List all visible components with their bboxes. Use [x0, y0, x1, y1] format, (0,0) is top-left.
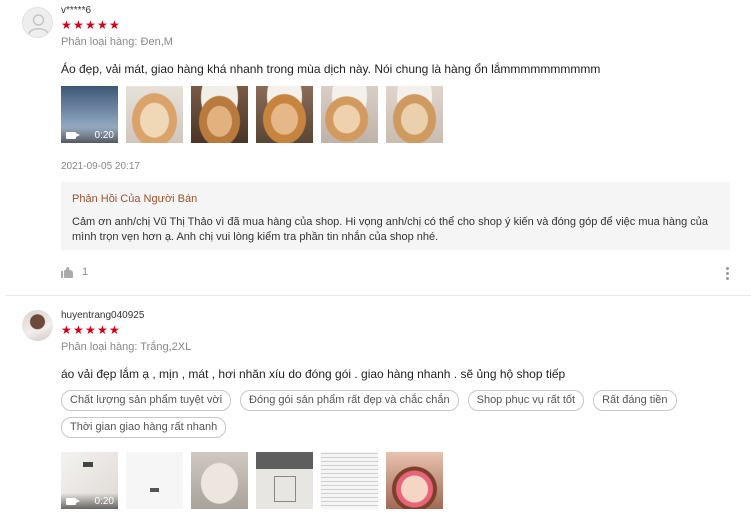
review-tag[interactable]: Đóng gói sản phẩm rất đẹp và chắc chắn: [240, 390, 459, 411]
photo-thumbnail[interactable]: [126, 86, 183, 143]
review-timestamp: 2021-09-05 20:17: [61, 161, 140, 172]
seller-reply-title: Phản Hồi Của Người Bán: [72, 193, 198, 205]
seller-reply-text: Cảm ơn anh/chị Vũ Thị Thảo vì đã mua hàn…: [72, 216, 709, 243]
review-tag[interactable]: Thời gian giao hàng rất nhanh: [61, 417, 227, 438]
rating-stars: ★ ★ ★ ★ ★: [61, 18, 729, 32]
photo-thumbnail[interactable]: [126, 452, 183, 509]
review-media: 0:20: [61, 86, 443, 143]
like-count: 1: [82, 266, 89, 278]
star-icon: ★: [97, 323, 108, 337]
video-overlay: 0:20: [61, 493, 118, 509]
review-tag[interactable]: Rất đáng tiền: [593, 390, 677, 411]
photo-thumbnail[interactable]: [191, 452, 248, 509]
thumbs-up-icon: [61, 266, 73, 278]
video-camera-icon: [66, 131, 80, 139]
reviewer-name[interactable]: huyentrang040925: [61, 310, 729, 322]
video-thumbnail[interactable]: 0:20: [61, 86, 118, 143]
star-icon: ★: [73, 18, 84, 32]
star-icon: ★: [85, 323, 96, 337]
product-variant: Phân loại hàng: Đen,M: [61, 36, 173, 48]
user-avatar[interactable]: [22, 310, 53, 341]
like-button[interactable]: 1: [61, 266, 88, 278]
product-variant: Phân loại hàng: Trắng,2XL: [61, 341, 192, 353]
rating-stars: ★ ★ ★ ★ ★: [61, 323, 729, 337]
star-icon: ★: [61, 18, 72, 32]
seller-reply: Phản Hồi Của Người Bán Cảm ơn anh/chị Vũ…: [61, 182, 730, 250]
star-icon: ★: [61, 323, 72, 337]
star-icon: ★: [97, 18, 108, 32]
video-duration: 0:20: [94, 129, 114, 141]
photo-thumbnail[interactable]: [386, 86, 443, 143]
review-media: 0:20: [61, 452, 443, 509]
review-comment: áo vải đẹp lắm ạ , mịn , mát , hơi nhăn …: [61, 367, 566, 381]
review-divider: [6, 295, 751, 296]
photo-thumbnail[interactable]: [256, 86, 313, 143]
photo-thumbnail[interactable]: [386, 452, 443, 509]
review-tags: Chất lượng sản phẩm tuyệt vời Đóng gói s…: [61, 390, 730, 438]
user-avatar-icon[interactable]: [22, 7, 53, 38]
more-vertical-icon[interactable]: [726, 267, 729, 280]
photo-thumbnail[interactable]: [321, 452, 378, 509]
video-overlay: 0:20: [61, 127, 118, 143]
photo-thumbnail[interactable]: [256, 452, 313, 509]
star-icon: ★: [109, 18, 120, 32]
reviewer-name[interactable]: v*****6: [61, 5, 729, 17]
star-icon: ★: [73, 323, 84, 337]
photo-thumbnail[interactable]: [321, 86, 378, 143]
review-tag[interactable]: Chất lượng sản phẩm tuyệt vời: [61, 390, 232, 411]
review-tag[interactable]: Shop phục vụ rất tốt: [467, 390, 585, 411]
video-camera-icon: [66, 497, 80, 505]
video-thumbnail[interactable]: 0:20: [61, 452, 118, 509]
star-icon: ★: [109, 323, 120, 337]
review-comment: Áo đẹp, vải mát, giao hàng khá nhanh tro…: [61, 62, 601, 76]
photo-thumbnail[interactable]: [191, 86, 248, 143]
video-duration: 0:20: [94, 495, 114, 507]
star-icon: ★: [85, 18, 96, 32]
